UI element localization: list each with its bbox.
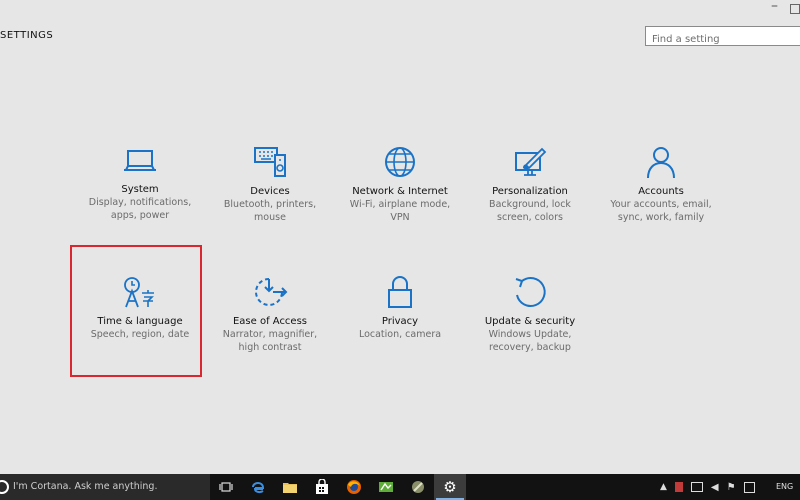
tile-personalization[interactable]: Personalization Background, lock screen,… bbox=[465, 145, 595, 224]
network-icon[interactable] bbox=[690, 482, 703, 492]
laptop-icon bbox=[124, 150, 156, 171]
window-controls: – bbox=[680, 0, 800, 18]
gear-icon: ⚙ bbox=[443, 477, 457, 496]
folder-icon bbox=[283, 483, 297, 493]
tile-desc: Display, notifications, bbox=[88, 197, 192, 208]
tile-privacy[interactable]: Privacy Location, camera bbox=[335, 275, 465, 341]
tile-desc: Windows Update, bbox=[488, 329, 572, 340]
green-app-icon bbox=[379, 482, 393, 492]
tile-update-security[interactable]: Update & security Windows Update, recove… bbox=[465, 275, 595, 354]
cortana-text: I'm Cortana. Ask me anything. bbox=[13, 481, 158, 492]
tile-desc: recovery, backup bbox=[489, 342, 571, 353]
personalization-icon bbox=[515, 147, 547, 176]
tile-accounts[interactable]: Accounts Your accounts, email, sync, wor… bbox=[596, 145, 726, 224]
app-button-2[interactable] bbox=[402, 474, 434, 500]
tile-name: Accounts bbox=[638, 186, 684, 197]
ease-of-access-icon bbox=[255, 278, 288, 306]
tile-desc: Background, lock bbox=[489, 199, 571, 210]
edge-icon bbox=[252, 482, 265, 494]
search-input[interactable] bbox=[646, 30, 800, 49]
search-box[interactable] bbox=[645, 26, 800, 49]
firefox-icon bbox=[347, 480, 361, 494]
chevron-up-icon[interactable]: ▲ bbox=[660, 482, 667, 492]
tile-name: Privacy bbox=[381, 316, 419, 327]
task-view-button[interactable] bbox=[210, 474, 242, 500]
update-icon bbox=[515, 276, 546, 307]
person-icon bbox=[647, 147, 675, 179]
cortana-icon bbox=[0, 480, 9, 494]
tile-desc: Bluetooth, printers, bbox=[223, 199, 317, 210]
page-title: SETTINGS bbox=[0, 30, 54, 41]
tile-name: Time & language bbox=[97, 316, 183, 327]
store-icon bbox=[316, 479, 328, 494]
maximize-button[interactable] bbox=[790, 4, 800, 14]
tile-network[interactable]: Network & Internet Wi-Fi, airplane mode,… bbox=[335, 145, 465, 224]
tile-desc: sync, work, family bbox=[617, 212, 705, 223]
cortana-search-box[interactable]: I'm Cortana. Ask me anything. bbox=[0, 474, 210, 500]
tile-desc: mouse bbox=[254, 212, 286, 223]
system-tray: ▲ ◀ ⚑ bbox=[660, 474, 755, 500]
globe-icon bbox=[385, 147, 415, 177]
tile-name: Devices bbox=[250, 186, 290, 197]
tile-time-language[interactable]: Time & language Speech, region, date bbox=[75, 275, 205, 341]
tile-desc: screen, colors bbox=[497, 212, 563, 223]
tile-desc: apps, power bbox=[110, 210, 170, 221]
tile-desc: Speech, region, date bbox=[90, 329, 190, 340]
flag-icon[interactable]: ⚑ bbox=[727, 482, 736, 493]
devices-icon bbox=[254, 147, 286, 177]
settings-button[interactable]: ⚙ bbox=[434, 474, 466, 500]
tile-desc: high contrast bbox=[238, 342, 302, 353]
volume-icon[interactable]: ◀ bbox=[711, 482, 719, 493]
tile-system[interactable]: System Display, notifications, apps, pow… bbox=[75, 145, 205, 222]
tile-desc: VPN bbox=[390, 212, 410, 223]
tile-name: Update & security bbox=[484, 316, 576, 327]
taskbar: I'm Cortana. Ask me anything. ⚙ ▲ ◀ ⚑ EN… bbox=[0, 474, 800, 500]
tile-devices[interactable]: Devices Bluetooth, printers, mouse bbox=[205, 145, 335, 224]
tile-desc: Narrator, magnifier, bbox=[222, 329, 318, 340]
lock-icon bbox=[388, 276, 412, 308]
app-button[interactable] bbox=[370, 474, 402, 500]
firefox-button[interactable] bbox=[338, 474, 370, 500]
store-button[interactable] bbox=[306, 474, 338, 500]
tile-desc: Location, camera bbox=[358, 329, 442, 340]
minimize-button[interactable]: – bbox=[771, 0, 778, 13]
tile-name: Personalization bbox=[492, 186, 568, 197]
file-explorer-button[interactable] bbox=[274, 474, 306, 500]
language-indicator[interactable]: ENG bbox=[776, 482, 793, 491]
tile-name: System bbox=[121, 184, 159, 195]
tray-icon-2[interactable] bbox=[743, 481, 755, 493]
tile-name: Ease of Access bbox=[232, 316, 308, 327]
task-view-icon bbox=[219, 482, 233, 492]
tile-desc: Your accounts, email, bbox=[610, 199, 712, 210]
tile-desc: Wi-Fi, airplane mode, bbox=[349, 199, 451, 210]
tile-ease-of-access[interactable]: Ease of Access Narrator, magnifier, high… bbox=[205, 275, 335, 354]
tile-name: Network & Internet bbox=[352, 186, 448, 197]
time-language-icon bbox=[124, 277, 154, 308]
edge-button[interactable] bbox=[242, 474, 274, 500]
tools-app-icon bbox=[412, 481, 424, 493]
tray-app-icon[interactable] bbox=[674, 482, 683, 492]
